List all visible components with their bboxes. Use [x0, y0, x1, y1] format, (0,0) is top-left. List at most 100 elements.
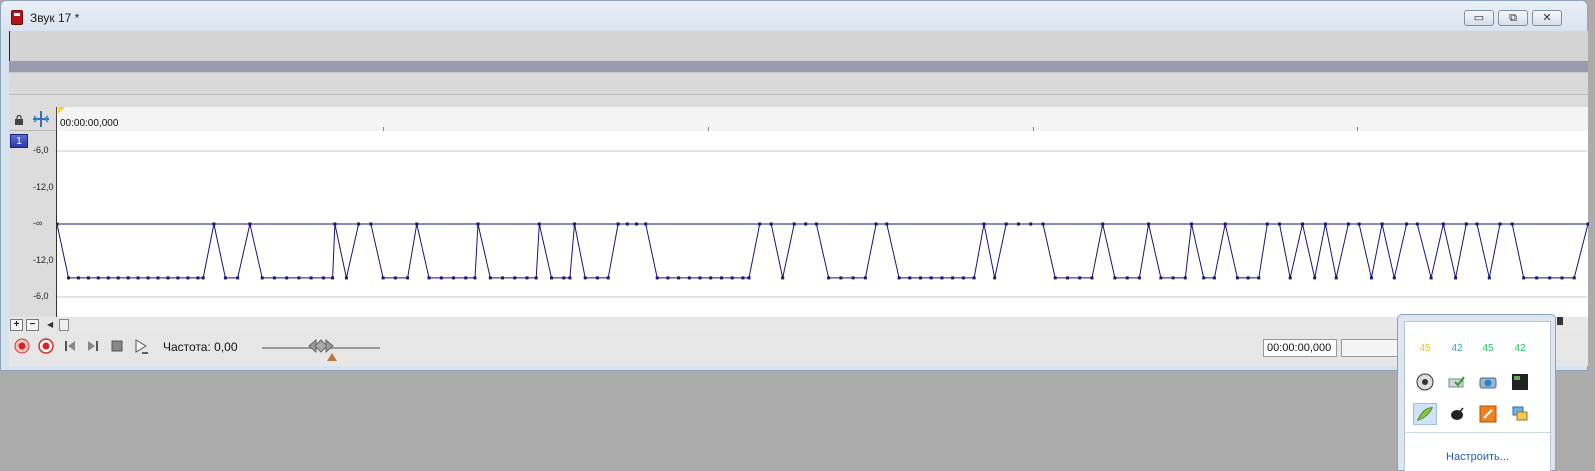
envelope-point[interactable]	[625, 222, 629, 226]
envelope-point[interactable]	[297, 276, 301, 280]
envelope-point[interactable]	[223, 276, 227, 280]
envelope-point[interactable]	[1004, 222, 1008, 226]
network-icon[interactable]	[1511, 405, 1529, 423]
zoom-out-button[interactable]: −	[26, 319, 39, 331]
envelope-point[interactable]	[501, 276, 504, 280]
envelope-point[interactable]	[136, 276, 140, 280]
envelope-point[interactable]	[272, 276, 276, 280]
envelope-point[interactable]	[1586, 222, 1590, 226]
envelope-point[interactable]	[1487, 276, 1491, 280]
envelope-point[interactable]	[804, 222, 808, 226]
envelope-point[interactable]	[1323, 222, 1327, 226]
envelope-point[interactable]	[644, 222, 648, 226]
envelope-point[interactable]	[1288, 276, 1292, 280]
envelope-point[interactable]	[415, 222, 419, 226]
envelope-point[interactable]	[747, 276, 751, 280]
envelope-point[interactable]	[1246, 276, 1250, 280]
envelope-point[interactable]	[741, 276, 745, 280]
envelope-point[interactable]	[961, 276, 965, 280]
envelope-point[interactable]	[260, 276, 264, 280]
camera-icon[interactable]	[1479, 373, 1497, 391]
envelope-point[interactable]	[1053, 276, 1057, 280]
envelope-point[interactable]	[464, 276, 468, 280]
envelope-point[interactable]	[212, 222, 216, 226]
time-ruler[interactable]: 00:00:00,000	[56, 107, 1588, 131]
record-loop-icon[interactable]	[38, 338, 54, 354]
envelope-point[interactable]	[1392, 276, 1396, 280]
track-overview[interactable]	[9, 72, 1588, 95]
envelope-line[interactable]	[57, 223, 1589, 279]
envelope-point[interactable]	[550, 276, 553, 280]
envelope-point[interactable]	[1147, 222, 1151, 226]
envelope-point[interactable]	[166, 276, 170, 280]
envelope-point[interactable]	[381, 276, 385, 280]
envelope-point[interactable]	[86, 276, 90, 280]
envelope-point[interactable]	[709, 276, 713, 280]
envelope-point[interactable]	[1429, 276, 1433, 280]
envelope-point[interactable]	[720, 276, 723, 280]
satellite-icon[interactable]	[1448, 405, 1466, 423]
envelope-point[interactable]	[1560, 276, 1564, 280]
temperature-indicator[interactable]: 42	[1508, 343, 1532, 354]
envelope-point[interactable]	[106, 276, 110, 280]
envelope-point[interactable]	[176, 276, 180, 280]
envelope-point[interactable]	[96, 276, 100, 280]
envelope-point[interactable]	[76, 276, 80, 280]
stop-icon[interactable]	[109, 338, 125, 354]
envelope-point[interactable]	[1101, 222, 1105, 226]
envelope-point[interactable]	[1415, 222, 1419, 226]
envelope-point[interactable]	[248, 222, 252, 226]
envelope-point[interactable]	[972, 276, 976, 280]
leaf-icon[interactable]	[1413, 403, 1437, 425]
envelope-point[interactable]	[1346, 222, 1350, 226]
envelope-point[interactable]	[851, 276, 855, 280]
temperature-indicator[interactable]: 42	[1445, 343, 1469, 354]
envelope-point[interactable]	[1301, 222, 1304, 226]
envelope-point[interactable]	[126, 276, 130, 280]
terminal-icon[interactable]	[1511, 373, 1529, 391]
envelope-point[interactable]	[897, 276, 901, 280]
envelope-point[interactable]	[993, 276, 997, 280]
envelope-point[interactable]	[1464, 222, 1468, 226]
envelope-point[interactable]	[427, 276, 431, 280]
envelope-point[interactable]	[333, 222, 337, 226]
envelope-point[interactable]	[781, 276, 785, 280]
title-bar[interactable]: Звук 17 * ▭ ⧉ ✕	[1, 1, 1587, 32]
checkmark-drive-icon[interactable]	[1448, 373, 1466, 391]
envelope-point[interactable]	[595, 276, 599, 280]
scroll-left-arrow[interactable]: ◀	[47, 320, 53, 329]
envelope-point[interactable]	[1369, 276, 1373, 280]
envelope-graph[interactable]	[57, 131, 1589, 317]
envelope-point[interactable]	[452, 276, 455, 280]
envelope-point[interactable]	[476, 222, 480, 226]
envelope-point[interactable]	[537, 222, 541, 226]
envelope-point[interactable]	[1029, 222, 1033, 226]
envelope-point[interactable]	[1265, 222, 1269, 226]
envelope-point[interactable]	[655, 276, 659, 280]
envelope-plot[interactable]	[56, 131, 1589, 317]
envelope-point[interactable]	[321, 276, 325, 280]
envelope-point[interactable]	[116, 276, 120, 280]
track-number-badge[interactable]: 1	[10, 134, 28, 148]
envelope-point[interactable]	[758, 222, 762, 226]
envelope-point[interactable]	[1223, 222, 1227, 226]
envelope-point[interactable]	[839, 276, 843, 280]
envelope-point[interactable]	[1190, 222, 1193, 226]
envelope-point[interactable]	[1522, 276, 1526, 280]
envelope-point[interactable]	[1113, 276, 1117, 280]
envelope-point[interactable]	[940, 276, 944, 280]
envelope-point[interactable]	[1334, 276, 1338, 280]
envelope-point[interactable]	[146, 276, 150, 280]
envelope-point[interactable]	[309, 276, 313, 280]
envelope-point[interactable]	[687, 276, 691, 280]
envelope-point[interactable]	[1510, 222, 1514, 226]
envelope-point[interactable]	[67, 276, 70, 280]
envelope-point[interactable]	[1125, 276, 1129, 280]
envelope-point[interactable]	[488, 276, 492, 280]
envelope-point[interactable]	[827, 276, 831, 280]
envelope-point[interactable]	[908, 276, 912, 280]
envelope-point[interactable]	[1041, 222, 1045, 226]
envelope-point[interactable]	[635, 222, 638, 226]
envelope-point[interactable]	[1090, 276, 1094, 280]
envelope-point[interactable]	[1548, 276, 1552, 280]
